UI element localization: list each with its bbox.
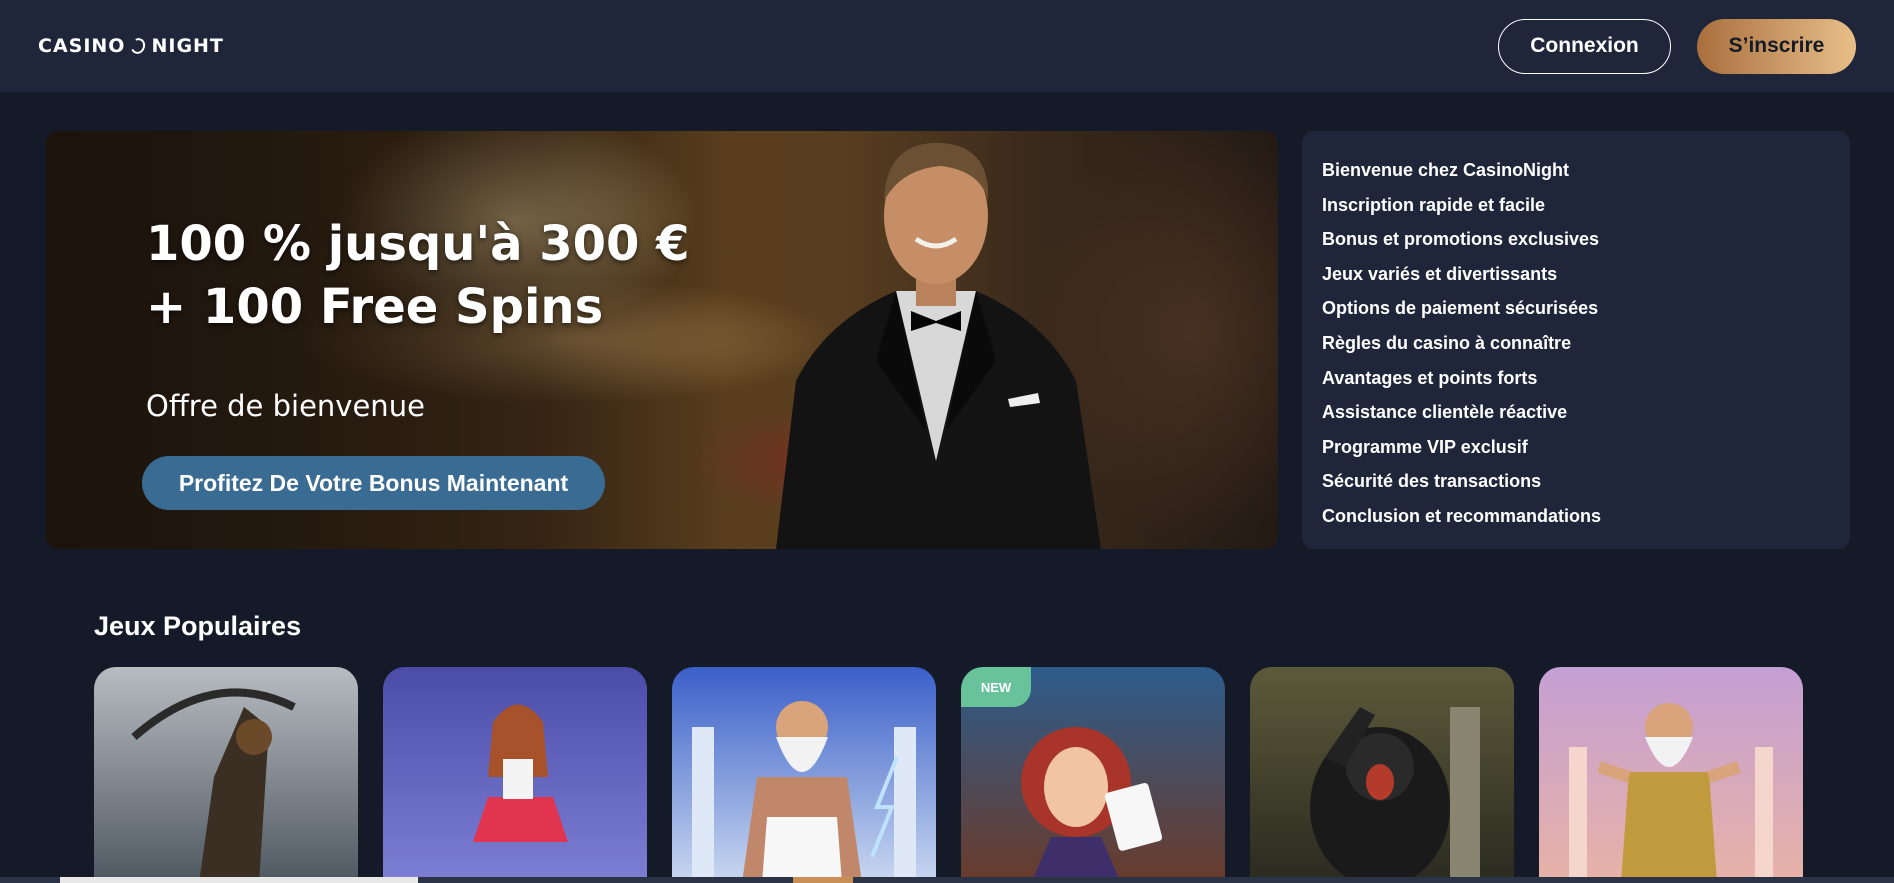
header-actions: Connexion S’inscrire — [1498, 18, 1856, 74]
game-card-poker-lady[interactable]: NEW — [961, 667, 1225, 883]
toc-item-rules[interactable]: Règles du casino à connaître — [1322, 326, 1830, 361]
logo-text-right: NIGHT — [151, 35, 224, 57]
anime-dancer-game-art — [383, 667, 647, 883]
scroll-indicator-accent — [793, 877, 853, 883]
game-card-zeus-lightning[interactable] — [672, 667, 936, 883]
new-badge: NEW — [961, 667, 1031, 707]
toc-item-welcome[interactable]: Bienvenue chez CasinoNight — [1322, 153, 1830, 188]
game-card-anime-dancer[interactable] — [383, 667, 647, 883]
horizontal-scrollbar[interactable] — [0, 877, 1894, 883]
claim-bonus-button[interactable]: Profitez De Votre Bonus Maintenant — [142, 456, 605, 510]
toc-item-games[interactable]: Jeux variés et divertissants — [1322, 257, 1830, 292]
toc-item-registration[interactable]: Inscription rapide et facile — [1322, 188, 1830, 223]
table-of-contents: Bienvenue chez CasinoNight Inscription r… — [1302, 131, 1850, 549]
popular-games-row: NEW — [94, 667, 1803, 883]
toc-item-security[interactable]: Sécurité des transactions — [1322, 464, 1830, 499]
game-card-gorilla[interactable] — [1250, 667, 1514, 883]
signup-button[interactable]: S’inscrire — [1697, 18, 1856, 74]
toc-item-advantages[interactable]: Avantages et points forts — [1322, 361, 1830, 396]
site-header: CASINO NIGHT Connexion S’inscrire — [0, 0, 1894, 92]
scrollbar-thumb[interactable] — [60, 877, 418, 883]
casino-night-logo[interactable]: CASINO NIGHT — [38, 35, 224, 57]
hero-title: 100 % jusqu'à 300 € + 100 Free Spins — [146, 216, 690, 335]
toc-item-support[interactable]: Assistance clientèle réactive — [1322, 395, 1830, 430]
login-button[interactable]: Connexion — [1498, 18, 1671, 74]
moon-icon — [129, 36, 148, 56]
host-in-tuxedo-image — [776, 142, 1101, 549]
toc-item-conclusion[interactable]: Conclusion et recommandations — [1322, 499, 1830, 534]
popular-games-title: Jeux Populaires — [94, 611, 302, 641]
hero-subtitle: Offre de bienvenue — [146, 389, 425, 423]
game-card-zeus-temple[interactable] — [1539, 667, 1803, 883]
toc-item-vip[interactable]: Programme VIP exclusif — [1322, 430, 1830, 465]
toc-item-payment[interactable]: Options de paiement sécurisées — [1322, 291, 1830, 326]
logo-text-left: CASINO — [38, 35, 126, 57]
zeus-temple-game-art — [1539, 667, 1803, 883]
toc-item-bonus[interactable]: Bonus et promotions exclusives — [1322, 222, 1830, 257]
zeus-lightning-game-art — [672, 667, 936, 883]
game-card-warrior[interactable] — [94, 667, 358, 883]
welcome-bonus-banner: 100 % jusqu'à 300 € + 100 Free Spins Off… — [46, 131, 1278, 549]
gorilla-game-art — [1250, 667, 1514, 883]
warrior-game-art — [94, 667, 358, 883]
